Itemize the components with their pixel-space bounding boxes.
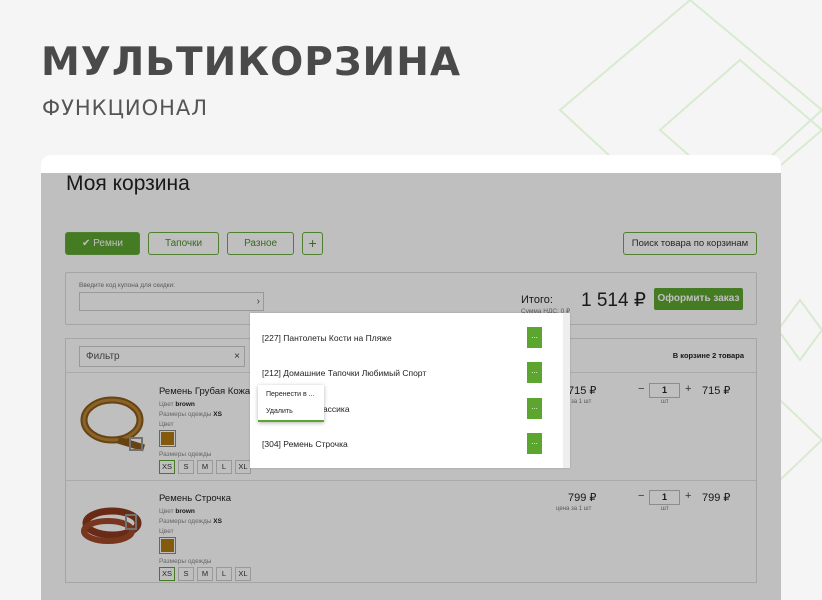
- popup-item-actions-button[interactable]: ...: [527, 362, 542, 383]
- popup-list-item[interactable]: [212] Домашние Тапочки Любимый Спорт ...: [250, 348, 562, 383]
- delete-menu-item[interactable]: Удалить: [266, 408, 293, 415]
- popup-list-item[interactable]: [304] Ремень Строчка ...: [250, 419, 562, 454]
- popup-item-actions-button[interactable]: ...: [527, 327, 542, 348]
- promo-title: МУЛЬТИКОРЗИНА: [41, 40, 462, 85]
- promo-subtitle: ФУНКЦИОНАЛ: [42, 96, 209, 120]
- popup-item-actions-button[interactable]: ...: [527, 398, 542, 419]
- context-menu: Перенести в ... Удалить: [258, 385, 324, 422]
- move-to-menu-item[interactable]: Перенести в ...: [266, 391, 315, 398]
- popup-item-label: [304] Ремень Строчка: [262, 439, 348, 449]
- popup-item-label: [227] Пантолеты Кости на Пляже: [262, 333, 392, 343]
- popup-item-label: [212] Домашние Тапочки Любимый Спорт: [262, 368, 427, 378]
- popup-scrollbar[interactable]: [563, 313, 570, 468]
- popup-item-actions-button[interactable]: ...: [527, 433, 542, 454]
- popup-list-item[interactable]: [227] Пантолеты Кости на Пляже ...: [250, 313, 562, 348]
